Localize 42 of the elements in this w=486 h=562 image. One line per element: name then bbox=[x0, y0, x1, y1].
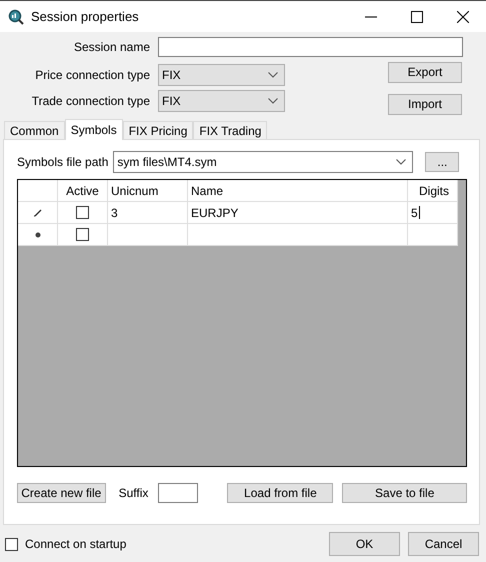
close-icon[interactable] bbox=[457, 10, 469, 22]
action-button[interactable]: Export bbox=[388, 62, 462, 82]
field-label: Symbols file path bbox=[17, 155, 108, 169]
action-button[interactable]: Import bbox=[388, 94, 462, 114]
checkbox[interactable] bbox=[5, 538, 18, 550]
tab[interactable]: Symbols bbox=[64, 119, 123, 140]
column-header[interactable]: Name bbox=[188, 180, 408, 202]
field-label: Session name bbox=[72, 40, 150, 54]
cancel-button[interactable]: Cancel bbox=[408, 532, 479, 556]
checkbox[interactable] bbox=[76, 206, 89, 219]
column-header[interactable]: Unicnum bbox=[108, 180, 188, 202]
save-button[interactable]: Save to file bbox=[342, 483, 467, 503]
field-label: Trade connection type bbox=[30, 94, 150, 108]
browse-button[interactable]: ... bbox=[425, 152, 460, 172]
suffix-field[interactable] bbox=[158, 483, 198, 503]
caret-icon bbox=[396, 159, 406, 165]
table-cell: EURJPY bbox=[188, 202, 408, 224]
field-label: Suffix bbox=[118, 486, 148, 500]
field-label: Price connection type bbox=[34, 68, 150, 82]
maximize-icon[interactable] bbox=[411, 10, 423, 22]
column-header[interactable]: Digits bbox=[408, 180, 458, 202]
window-title: Session properties bbox=[31, 9, 140, 24]
pencil-icon bbox=[34, 208, 42, 216]
tab[interactable]: Common bbox=[4, 121, 65, 139]
checkbox[interactable] bbox=[76, 228, 89, 241]
magnifier-icon bbox=[8, 8, 24, 24]
load-button[interactable]: Load from file bbox=[227, 483, 334, 503]
cell-editor[interactable]: 5 bbox=[408, 202, 458, 224]
caret-icon bbox=[268, 72, 278, 78]
column-header[interactable]: Active bbox=[58, 180, 108, 202]
ok-button[interactable]: OK bbox=[329, 532, 400, 556]
create-file-button[interactable]: Create new file bbox=[17, 483, 106, 503]
tab[interactable]: FIX Pricing bbox=[122, 121, 194, 139]
connection-type-dropdown[interactable]: FIX bbox=[158, 90, 285, 112]
file-path-dropdown[interactable]: sym files\MT4.sym bbox=[113, 151, 414, 173]
connection-type-dropdown[interactable]: FIX bbox=[158, 64, 285, 86]
caret-icon bbox=[268, 98, 278, 104]
checkbox-label: Connect on startup bbox=[25, 537, 126, 551]
table-cell: 3 bbox=[108, 202, 188, 224]
table-cell bbox=[408, 224, 458, 246]
tab[interactable]: FIX Trading bbox=[193, 121, 268, 139]
session-name-field[interactable] bbox=[158, 37, 463, 57]
